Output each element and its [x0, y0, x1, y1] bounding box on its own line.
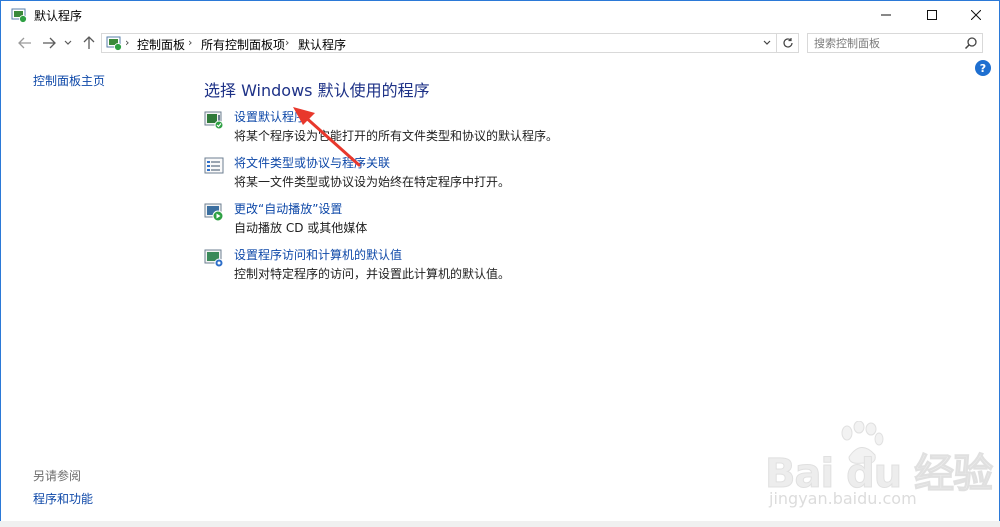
breadcrumb-default-programs[interactable]: 默认程序 [298, 36, 346, 53]
search-input[interactable] [808, 34, 964, 52]
address-dropdown-button[interactable] [760, 35, 774, 51]
maximize-button[interactable] [909, 1, 955, 29]
program-access-link[interactable]: 设置程序访问和计算机的默认值 [234, 246, 402, 263]
navigation-bar: › 控制面板 › 所有控制面板项 › 默认程序 [1, 29, 999, 57]
forward-button[interactable] [39, 33, 59, 53]
control-panel-window: 默认程序 › 控制面板 › 所有控制面板项 › 默认程序 搜索控制面板 ? 控制… [0, 0, 1000, 527]
chevron-down-icon [64, 40, 72, 45]
task-file-association: 将文件类型或协议与程序关联 将某一文件类型或协议设为始终在特定程序中打开。 [204, 154, 704, 194]
up-button[interactable] [79, 33, 99, 53]
programs-and-features-link[interactable]: 程序和功能 [33, 490, 93, 507]
arrow-right-icon [43, 37, 56, 49]
window-title: 默认程序 [34, 9, 83, 23]
search-icon[interactable] [964, 36, 978, 50]
task-autoplay: 更改“自动播放”设置 自动播放 CD 或其他媒体 [204, 200, 704, 240]
arrow-up-icon [83, 36, 95, 49]
taskbar-edge [0, 521, 1000, 527]
default-programs-icon [204, 111, 224, 130]
address-bar[interactable]: › 控制面板 › 所有控制面板项 › 默认程序 [101, 33, 777, 53]
autoplay-settings-link[interactable]: 更改“自动播放”设置 [234, 200, 342, 217]
minimize-icon [881, 14, 891, 16]
default-programs-app-icon [11, 8, 27, 23]
maximize-icon [927, 10, 937, 20]
search-box[interactable] [807, 33, 983, 53]
file-association-icon [204, 157, 224, 174]
task-description: 将某个程序设为它能打开的所有文件类型和协议的默认程序。 [234, 129, 559, 143]
annotation-arrow-icon [293, 107, 361, 167]
breadcrumb-all-items[interactable]: 所有控制面板项 [201, 36, 285, 53]
title-bar: 默认程序 [1, 1, 999, 29]
minimize-button[interactable] [863, 1, 909, 29]
task-description: 控制对特定程序的访问，并设置此计算机的默认值。 [234, 267, 511, 281]
arrow-left-icon [18, 37, 31, 49]
see-also-heading: 另请参阅 [33, 469, 82, 483]
watermark-url: jingyan.baidu.com [769, 489, 917, 508]
control-panel-home-link[interactable]: 控制面板主页 [33, 72, 105, 89]
refresh-button[interactable] [777, 33, 799, 53]
chevron-down-icon [763, 40, 771, 45]
baidu-jingyan-watermark: Bai du 经验 jingyan.baidu.com [764, 421, 995, 521]
back-button[interactable] [15, 33, 35, 53]
page-title: 选择 Windows 默认使用的程序 [204, 81, 430, 100]
recent-locations-button[interactable] [61, 33, 75, 53]
chevron-right-icon: › [188, 36, 193, 49]
breadcrumb-control-panel[interactable]: 控制面板 [137, 36, 185, 53]
task-program-access: 设置程序访问和计算机的默认值 控制对特定程序的访问，并设置此计算机的默认值。 [204, 246, 704, 286]
chevron-right-icon: › [125, 36, 130, 49]
close-icon [971, 10, 981, 20]
task-set-default-programs: 设置默认程序 将某个程序设为它能打开的所有文件类型和协议的默认程序。 [204, 108, 704, 148]
close-button[interactable] [953, 1, 999, 29]
chevron-right-icon: › [285, 36, 290, 49]
task-description: 自动播放 CD 或其他媒体 [234, 221, 368, 235]
autoplay-icon [204, 203, 224, 222]
help-icon[interactable]: ? [975, 60, 991, 76]
task-description: 将某一文件类型或协议设为始终在特定程序中打开。 [234, 175, 511, 189]
program-access-icon [204, 249, 224, 268]
refresh-icon [782, 38, 793, 48]
control-panel-icon [106, 36, 122, 51]
